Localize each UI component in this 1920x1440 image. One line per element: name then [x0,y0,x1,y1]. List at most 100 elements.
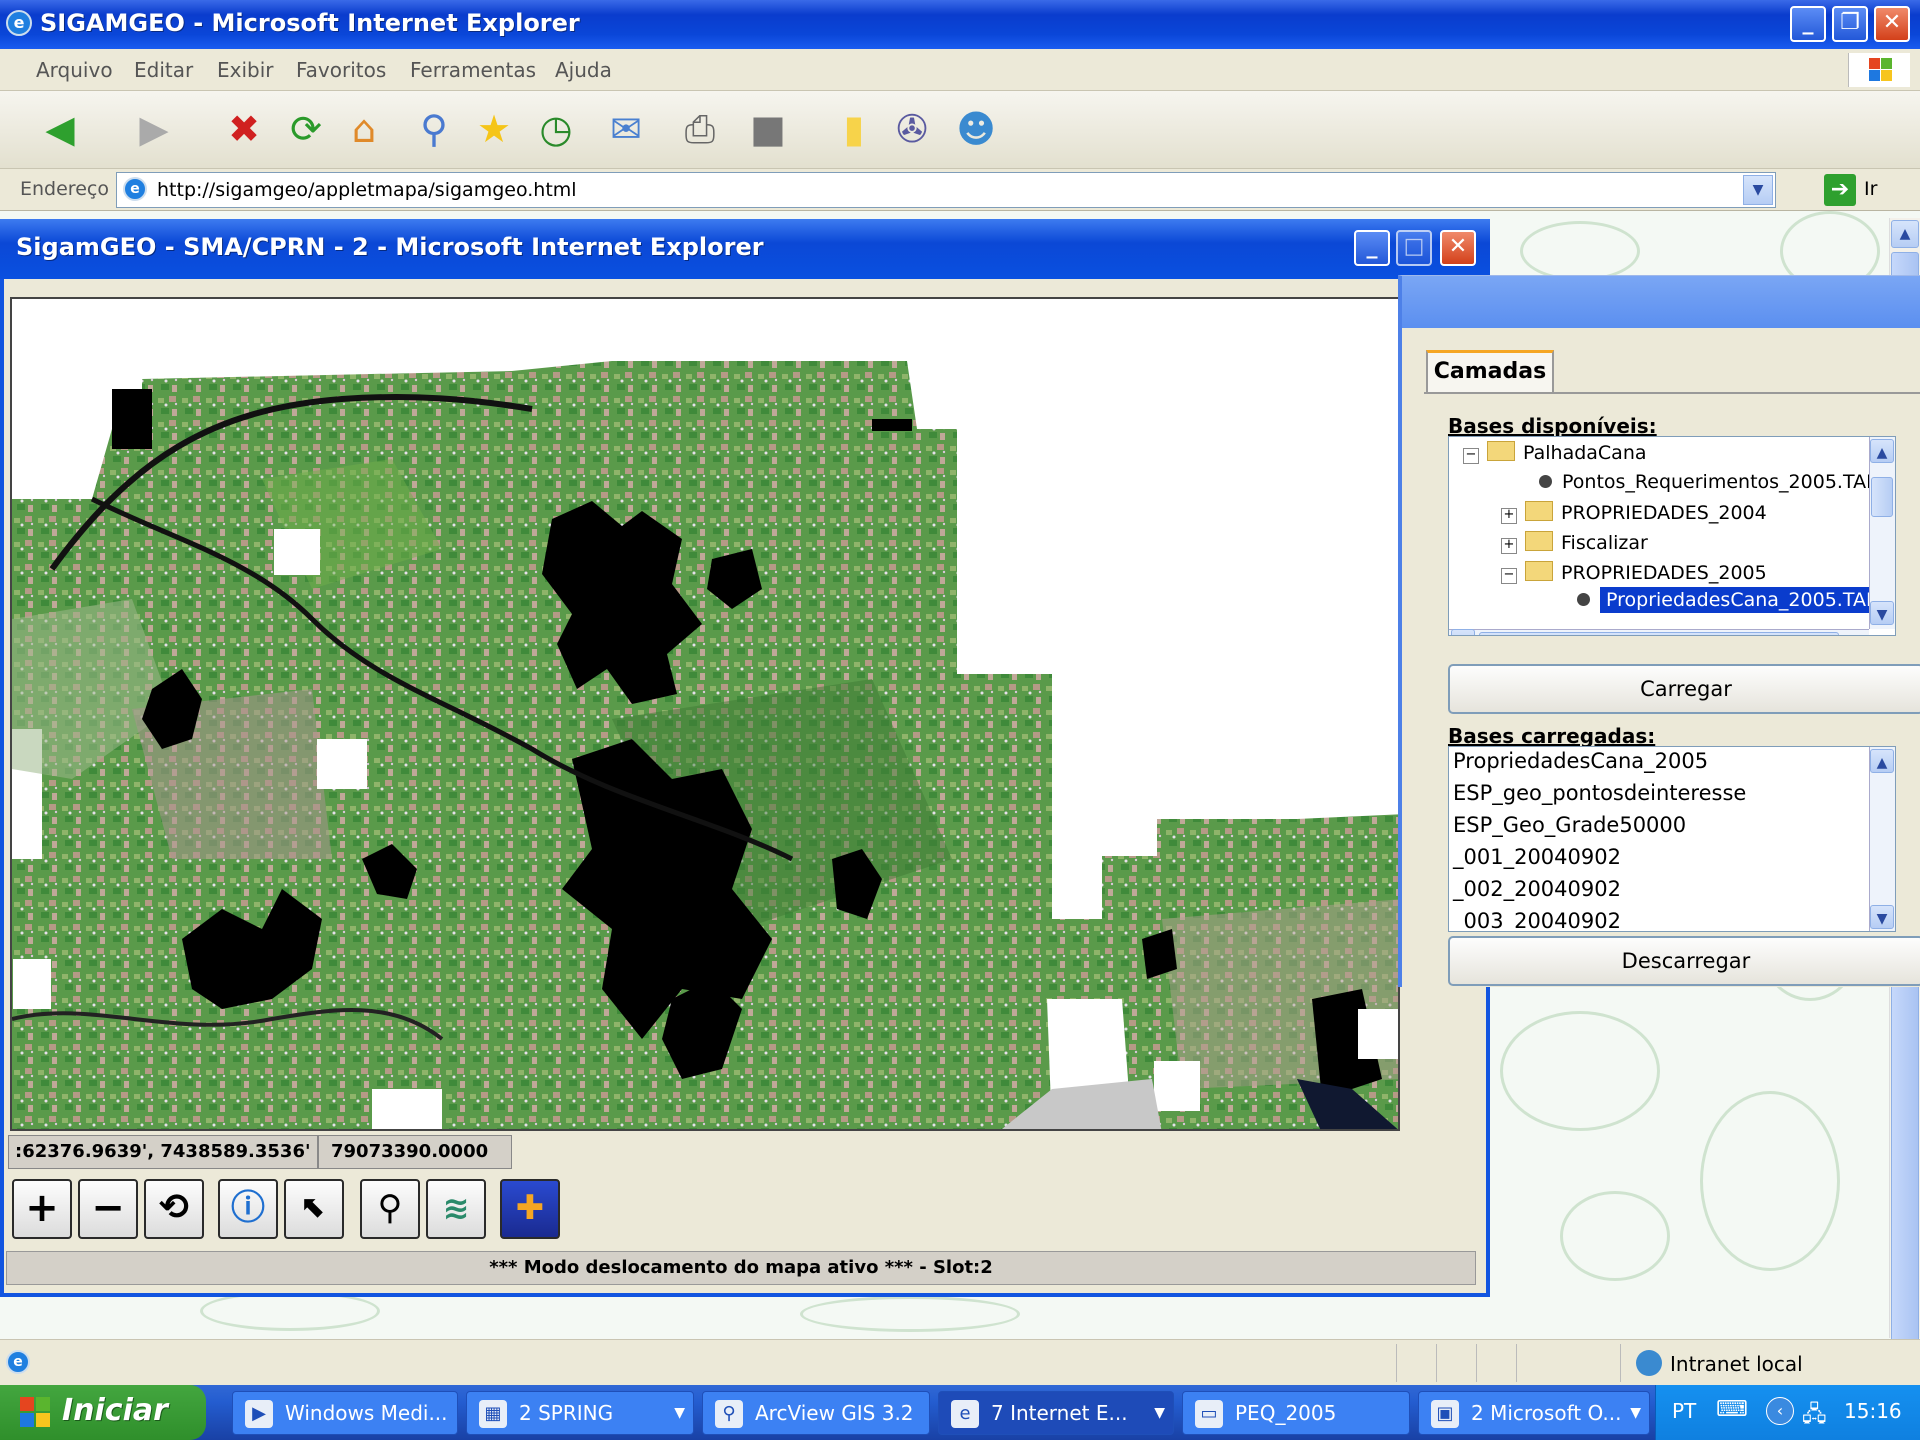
tree-node[interactable]: − PROPRIEDADES_2005 [1501,561,1767,584]
loaded-bases-list[interactable]: PropriedadesCana_2005 ESP_geo_pontosdein… [1448,746,1896,932]
page-icon: e [123,177,147,201]
clock: 15:16 [1844,1399,1902,1423]
go-arrow-icon[interactable]: ➔ [1824,174,1856,206]
layers-button[interactable]: ≋ [426,1179,486,1239]
tree-node-selected[interactable]: PropriedadesCana_2005.TAB [1577,587,1885,613]
h-scroll-thumb[interactable] [1479,632,1839,635]
search-icon[interactable]: ⚲ [408,103,460,155]
refresh-map-button[interactable]: ⟲ [144,1179,204,1239]
favorites-icon[interactable]: ★ [468,103,520,155]
menu-arquivo[interactable]: Arquivo [36,58,113,82]
address-dropdown-icon[interactable]: ▼ [1743,175,1773,205]
office-icon: ▣ [1431,1400,1459,1428]
scroll-up-icon[interactable]: ▲ [1870,749,1894,773]
arcview-icon: ⚲ [715,1400,743,1428]
system-tray: PT ⌨ ‹ 🖧 15:16 [1655,1385,1920,1440]
history-icon[interactable]: ◷ [530,103,582,155]
carregar-button[interactable]: Carregar [1448,664,1920,714]
scroll-up-icon[interactable]: ▲ [1891,220,1919,248]
home-icon[interactable]: ⌂ [338,103,390,155]
forward-icon[interactable]: ▶ [128,103,180,155]
info-button[interactable]: ⓘ [218,1179,278,1239]
list-vertical-scrollbar[interactable]: ▲ ▼ [1869,747,1895,931]
tab-camadas[interactable]: Camadas [1426,350,1554,394]
refresh-icon[interactable]: ⟳ [280,103,332,155]
task-internet-explorer[interactable]: e7 Internet E... ▼ [938,1391,1174,1435]
layers-panel: Camadas Bases disponíveis: − PalhadaCana … [1398,275,1920,987]
keyboard-icon[interactable]: ⌨ [1716,1397,1748,1422]
outer-minimize-button[interactable]: _ [1790,6,1826,42]
tree-node[interactable]: − PalhadaCana [1463,441,1647,464]
select-info-button[interactable]: ⬉ [284,1179,344,1239]
outer-restore-button[interactable]: ❐ [1832,6,1868,42]
inner-title-bar[interactable]: SigamGEO - SMA/CPRN - 2 - Microsoft Inte… [0,219,1490,279]
task-peq-2005[interactable]: ▭ PEQ_2005 [1182,1391,1410,1435]
scroll-up-icon[interactable]: ▲ [1870,439,1894,463]
inner-maximize-button[interactable]: □ [1396,230,1432,266]
menu-exibir[interactable]: Exibir [217,58,274,82]
messenger-icon[interactable]: ☻ [950,103,1002,155]
task-spring[interactable]: ▦ 2 SPRING ▼ [466,1391,694,1435]
notes-icon[interactable]: ▮ [828,103,880,155]
menu-bar: Arquivo Editar Exibir Favoritos Ferramen… [0,49,1920,91]
map-canvas[interactable] [10,297,1400,1131]
list-item[interactable]: _002_20040902 [1453,877,1621,901]
zoom-out-button[interactable]: − [78,1179,138,1239]
inner-close-button[interactable]: ✕ [1440,230,1476,266]
stop-icon[interactable]: ✖ [218,103,270,155]
tree-horizontal-scrollbar[interactable]: ◀ [1449,629,1869,635]
v-scroll-thumb[interactable] [1871,477,1893,517]
scroll-down-icon[interactable]: ▼ [1870,905,1894,929]
start-button[interactable]: Iniciar [0,1385,206,1440]
menu-favoritos[interactable]: Favoritos [296,58,386,82]
tray-expand-icon[interactable]: ‹ [1766,1397,1794,1425]
tree-node[interactable]: Pontos_Requerimentos_2005.TAB [1539,471,1879,493]
print-icon[interactable]: ⎙ [674,103,726,155]
loaded-bases-label: Bases carregadas: [1448,724,1656,748]
map-status-bar: :62376.9639', 7438589.3536' 79073390.000… [8,1135,512,1169]
tree-node[interactable]: + Fiscalizar [1501,531,1648,554]
folder-task-icon: ▭ [1195,1400,1223,1428]
mail-icon[interactable]: ✉ [600,103,652,155]
scroll-left-icon[interactable]: ◀ [1451,629,1475,635]
descarregar-button[interactable]: Descarregar [1448,936,1920,986]
outer-title-bar[interactable]: e SIGAMGEO - Microsoft Internet Explorer… [0,0,1920,49]
network-icon[interactable]: 🖧 [1802,1397,1827,1435]
intranet-globe-icon [1636,1350,1662,1376]
taskbar: Iniciar ▶ Windows Medi... ▦ 2 SPRING ▼ ⚲ Arc… [0,1385,1920,1440]
browser-status-bar: e Intranet local [0,1339,1920,1385]
windows-flag-icon [1848,53,1910,87]
zoom-in-button[interactable]: + [12,1179,72,1239]
available-bases-tree[interactable]: − PalhadaCana Pontos_Requerimentos_2005.T… [1448,436,1896,636]
find-button[interactable]: ⚲ [360,1179,420,1239]
edit-icon[interactable]: ■ [742,103,794,155]
layer-bullet-icon [1577,593,1590,606]
tree-node[interactable]: + PROPRIEDADES_2004 [1501,501,1767,524]
back-icon[interactable]: ◀ [34,103,86,155]
list-item[interactable]: PropriedadesCana_2005 [1453,749,1708,773]
folder-icon [1487,441,1515,461]
language-indicator[interactable]: PT [1672,1399,1696,1423]
scroll-down-icon[interactable]: ▼ [1870,601,1894,625]
overview-map-button[interactable]: ✚ [500,1179,560,1239]
task-windows-media[interactable]: ▶ Windows Medi... [232,1391,458,1435]
start-label: Iniciar [62,1393,168,1428]
scale-readout: 79073390.0000 [331,1141,489,1162]
inner-minimize-button[interactable]: _ [1354,230,1390,266]
task-microsoft-office[interactable]: ▣ 2 Microsoft O... ▼ [1418,1391,1650,1435]
tree-vertical-scrollbar[interactable]: ▲ ▼ [1869,437,1895,629]
research-icon[interactable]: ✇ [886,103,938,155]
list-item[interactable]: ESP_geo_pontosdeinteresse [1453,781,1746,805]
list-item[interactable]: ESP_Geo_Grade50000 [1453,813,1686,837]
task-arcview[interactable]: ⚲ ArcView GIS 3.2 [702,1391,930,1435]
outer-close-button[interactable]: ✕ [1874,6,1910,42]
list-item[interactable]: _003_20040902 [1453,909,1621,931]
menu-ferramentas[interactable]: Ferramentas [410,58,536,82]
list-item[interactable]: _001_20040902 [1453,845,1621,869]
address-input[interactable]: e http://sigamgeo/appletmapa/sigamgeo.ht… [116,172,1776,208]
outer-window-title: SIGAMGEO - Microsoft Internet Explorer [40,9,580,37]
menu-ajuda[interactable]: Ajuda [555,58,612,82]
inner-browser-window: SigamGEO - SMA/CPRN - 2 - Microsoft Inte… [0,219,1490,1297]
go-button-label[interactable]: Ir [1864,178,1877,200]
menu-editar[interactable]: Editar [134,58,193,82]
